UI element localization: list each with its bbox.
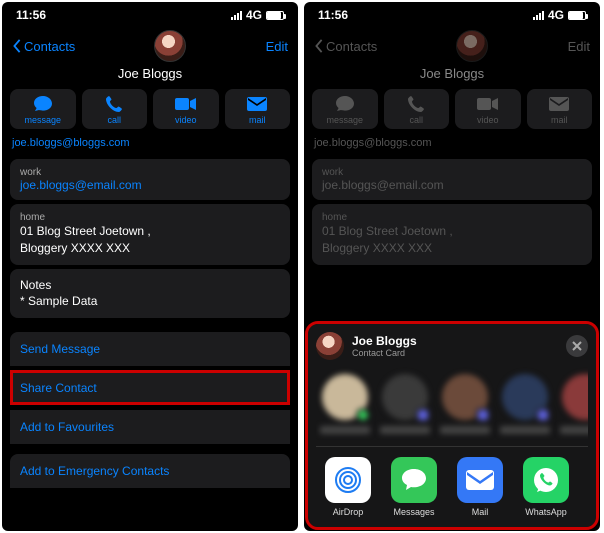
nav-bar: Contacts Edit — [304, 28, 600, 64]
share-header: Joe Bloggs Contact Card — [316, 332, 588, 360]
notes-label: Notes — [20, 277, 280, 294]
signal-icon — [533, 11, 544, 20]
share-person[interactable] — [500, 374, 550, 434]
phone-icon — [103, 95, 125, 113]
address-card: home 01 Blog Street Joetown , Bloggery X… — [312, 204, 592, 265]
work-email: joe.bloggs@email.com — [20, 178, 280, 192]
phone-icon — [405, 95, 427, 113]
video-button: video — [455, 89, 521, 129]
quick-actions: message call video mail — [304, 81, 600, 137]
share-person[interactable] — [440, 374, 490, 434]
address-label: home — [20, 212, 280, 223]
share-person[interactable] — [560, 374, 588, 434]
back-button[interactable]: Contacts — [12, 39, 75, 54]
app-whatsapp[interactable]: WhatsApp — [518, 457, 574, 517]
network-label: 4G — [246, 8, 262, 22]
work-label: work — [322, 167, 582, 178]
back-label: Contacts — [24, 39, 75, 54]
add-emergency-row[interactable]: Add to Emergency Contacts — [10, 454, 290, 488]
address-line2: Bloggery XXXX XXX — [322, 240, 582, 257]
left-screenshot: 11:56 4G Contacts Edit Joe Bloggs messag… — [2, 2, 298, 531]
call-button[interactable]: call — [82, 89, 148, 129]
avatar — [456, 30, 488, 62]
email-truncated[interactable]: joe.bloggs@bloggs.com — [2, 137, 298, 155]
share-title: Joe Bloggs — [352, 334, 417, 348]
edit-button[interactable]: Edit — [266, 39, 288, 54]
address-line1: 01 Blog Street Joetown , — [322, 223, 582, 240]
share-person[interactable] — [380, 374, 430, 434]
work-email-card[interactable]: work joe.bloggs@email.com — [10, 159, 290, 200]
clock: 11:56 — [318, 8, 348, 22]
app-label: Messages — [393, 507, 434, 517]
right-screenshot: 11:56 4G Contacts Edit Joe Bloggs messag… — [304, 2, 600, 531]
notes-card[interactable]: Notes * Sample Data — [10, 269, 290, 319]
airdrop-icon — [325, 457, 371, 503]
network-label: 4G — [548, 8, 564, 22]
app-mail[interactable]: Mail — [452, 457, 508, 517]
avatar[interactable] — [154, 30, 186, 62]
battery-icon — [568, 11, 586, 20]
contact-name: Joe Bloggs — [2, 66, 298, 81]
status-bar: 11:56 4G — [2, 2, 298, 28]
mail-icon — [548, 95, 570, 113]
chevron-left-icon — [314, 39, 324, 53]
clock: 11:56 — [16, 8, 46, 22]
share-avatar — [316, 332, 344, 360]
contact-name: Joe Bloggs — [304, 66, 600, 81]
edit-button: Edit — [568, 39, 590, 54]
video-icon — [477, 95, 499, 113]
work-email-card: work joe.bloggs@email.com — [312, 159, 592, 200]
email-truncated: joe.bloggs@bloggs.com — [304, 137, 600, 155]
app-label: WhatsApp — [525, 507, 567, 517]
address-label: home — [322, 212, 582, 223]
address-card[interactable]: home 01 Blog Street Joetown , Bloggery X… — [10, 204, 290, 265]
messages-icon — [391, 457, 437, 503]
share-person[interactable] — [320, 374, 370, 434]
back-label: Contacts — [326, 39, 377, 54]
app-label: Mail — [472, 507, 489, 517]
share-sheet: Joe Bloggs Contact Card AirDrop — [308, 324, 596, 527]
status-bar: 11:56 4G — [304, 2, 600, 28]
message-button[interactable]: message — [10, 89, 76, 129]
send-message-row[interactable]: Send Message — [10, 332, 290, 366]
chevron-left-icon — [12, 39, 22, 53]
back-button: Contacts — [314, 39, 377, 54]
battery-icon — [266, 11, 284, 20]
work-email: joe.bloggs@email.com — [322, 178, 582, 192]
mail-button: mail — [527, 89, 593, 129]
close-button[interactable] — [566, 335, 588, 357]
signal-icon — [231, 11, 242, 20]
message-button: message — [312, 89, 378, 129]
message-icon — [334, 95, 356, 113]
mail-button[interactable]: mail — [225, 89, 291, 129]
work-label: work — [20, 167, 280, 178]
address-line1: 01 Blog Street Joetown , — [20, 223, 280, 240]
nav-bar: Contacts Edit — [2, 28, 298, 64]
app-messages[interactable]: Messages — [386, 457, 442, 517]
add-favourites-row[interactable]: Add to Favourites — [10, 409, 290, 444]
share-subtitle: Contact Card — [352, 348, 417, 358]
notes-value: * Sample Data — [20, 293, 280, 310]
share-contact-row[interactable]: Share Contact — [10, 370, 290, 405]
address-line2: Bloggery XXXX XXX — [20, 240, 280, 257]
app-airdrop[interactable]: AirDrop — [320, 457, 376, 517]
quick-actions: message call video mail — [2, 81, 298, 137]
video-icon — [175, 95, 197, 113]
close-icon — [572, 341, 582, 351]
mail-icon — [246, 95, 268, 113]
mail-app-icon — [457, 457, 503, 503]
message-icon — [32, 95, 54, 113]
share-people-row — [316, 360, 588, 440]
whatsapp-icon — [523, 457, 569, 503]
video-button[interactable]: video — [153, 89, 219, 129]
app-label: AirDrop — [333, 507, 364, 517]
call-button: call — [384, 89, 450, 129]
share-apps-row: AirDrop Messages Mail WhatsApp — [316, 446, 588, 519]
